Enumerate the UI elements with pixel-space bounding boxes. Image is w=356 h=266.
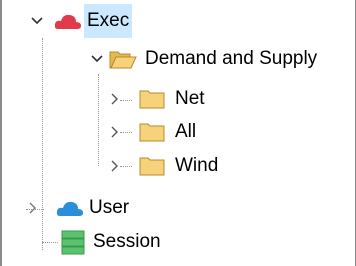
chevron-right-icon[interactable] [106,82,124,116]
tree-item-user[interactable]: User [24,191,132,225]
tree-line [42,242,58,243]
tree-item-label: Demand and Supply [145,48,318,69]
tree-item-label: Exec [84,4,133,38]
tree-item-all[interactable]: All [106,115,199,149]
tree-item-label: All [175,121,197,142]
tree-item-label: Net [175,88,205,109]
tree-view: Exec Demand and Supply Net All Wind User… [0,0,356,266]
tree-item-label: Wind [175,155,219,176]
tree-item-label: Session [93,231,161,252]
folder-icon [138,88,166,110]
chevron-down-icon[interactable] [28,4,46,38]
chevron-right-icon[interactable] [106,149,124,183]
chevron-down-icon[interactable] [88,42,106,76]
open-folder-icon [108,48,138,70]
chevron-right-icon[interactable] [106,115,124,149]
folder-icon [138,121,166,143]
blue-cloud-icon [56,198,84,218]
chevron-right-icon[interactable] [24,191,42,225]
tree-item-label: User [89,197,130,218]
tree-item-net[interactable]: Net [106,82,208,116]
tree-item-exec[interactable]: Exec [28,4,133,38]
folder-icon [138,155,166,177]
database-icon [60,229,86,255]
red-cloud-icon [54,11,82,31]
tree-item-wind[interactable]: Wind [106,149,221,183]
tree-item-demand-and-supply[interactable]: Demand and Supply [88,42,320,76]
tree-item-session[interactable]: Session [60,225,164,259]
tree-line [98,74,99,166]
